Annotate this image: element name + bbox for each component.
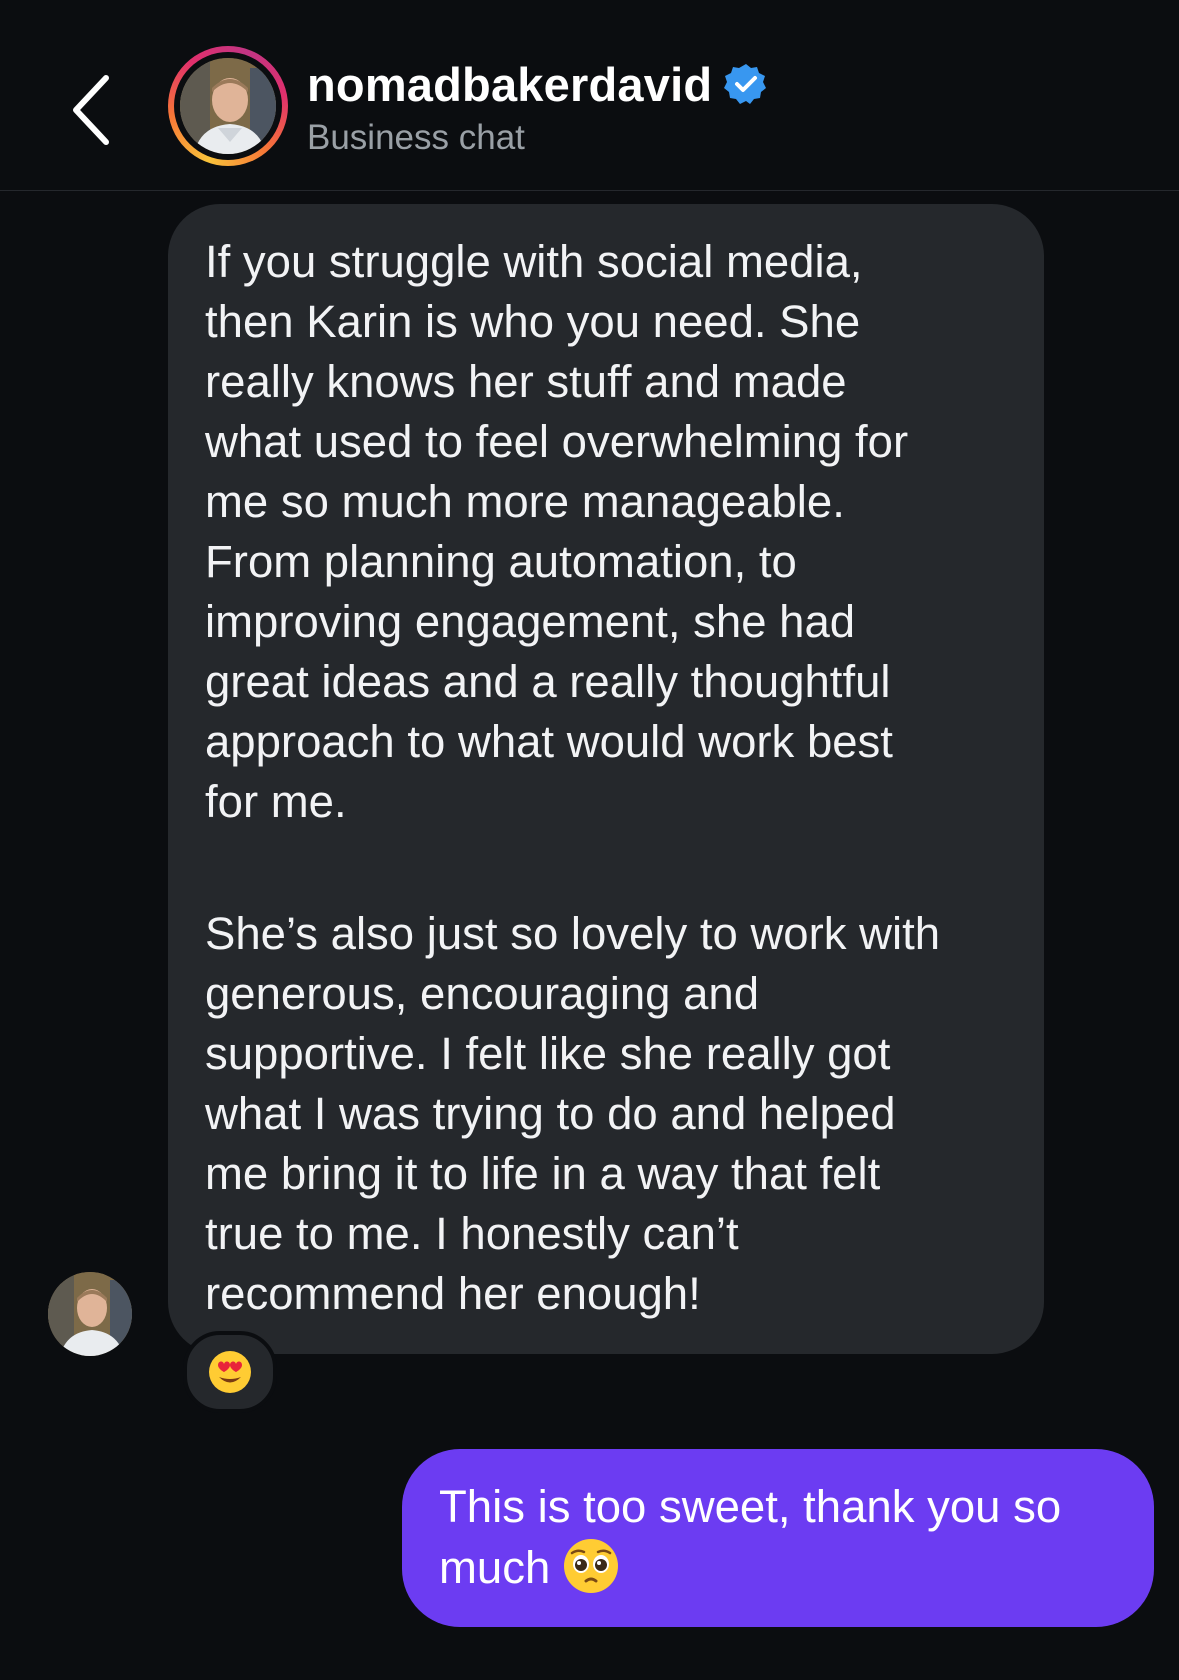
chat-subtitle: Business chat xyxy=(307,118,525,157)
username[interactable]: nomadbakerdavid xyxy=(307,57,712,112)
username-row[interactable]: nomadbakerdavid xyxy=(307,54,768,114)
chat-header: nomadbakerdavid Business chat xyxy=(0,0,1179,191)
received-message-paragraph: If you struggle with social media, then … xyxy=(205,236,909,827)
reaction-badge[interactable] xyxy=(183,1331,277,1413)
chevron-left-icon xyxy=(73,75,109,145)
sender-avatar[interactable] xyxy=(48,1272,132,1356)
avatar-photo xyxy=(180,58,276,154)
pleading-face-emoji-icon xyxy=(564,1539,619,1593)
verified-badge-icon xyxy=(724,64,767,104)
back-button[interactable] xyxy=(62,70,122,150)
sent-message-label: This is too sweet, thank you so much xyxy=(439,1481,1062,1593)
sent-message-text: This is too sweet, thank you so much xyxy=(439,1477,1139,1598)
profile-avatar[interactable] xyxy=(168,46,288,166)
heart-eyes-emoji-icon xyxy=(209,1351,251,1393)
received-message-paragraph: She’s also just so lovely to work with g… xyxy=(205,908,941,1319)
